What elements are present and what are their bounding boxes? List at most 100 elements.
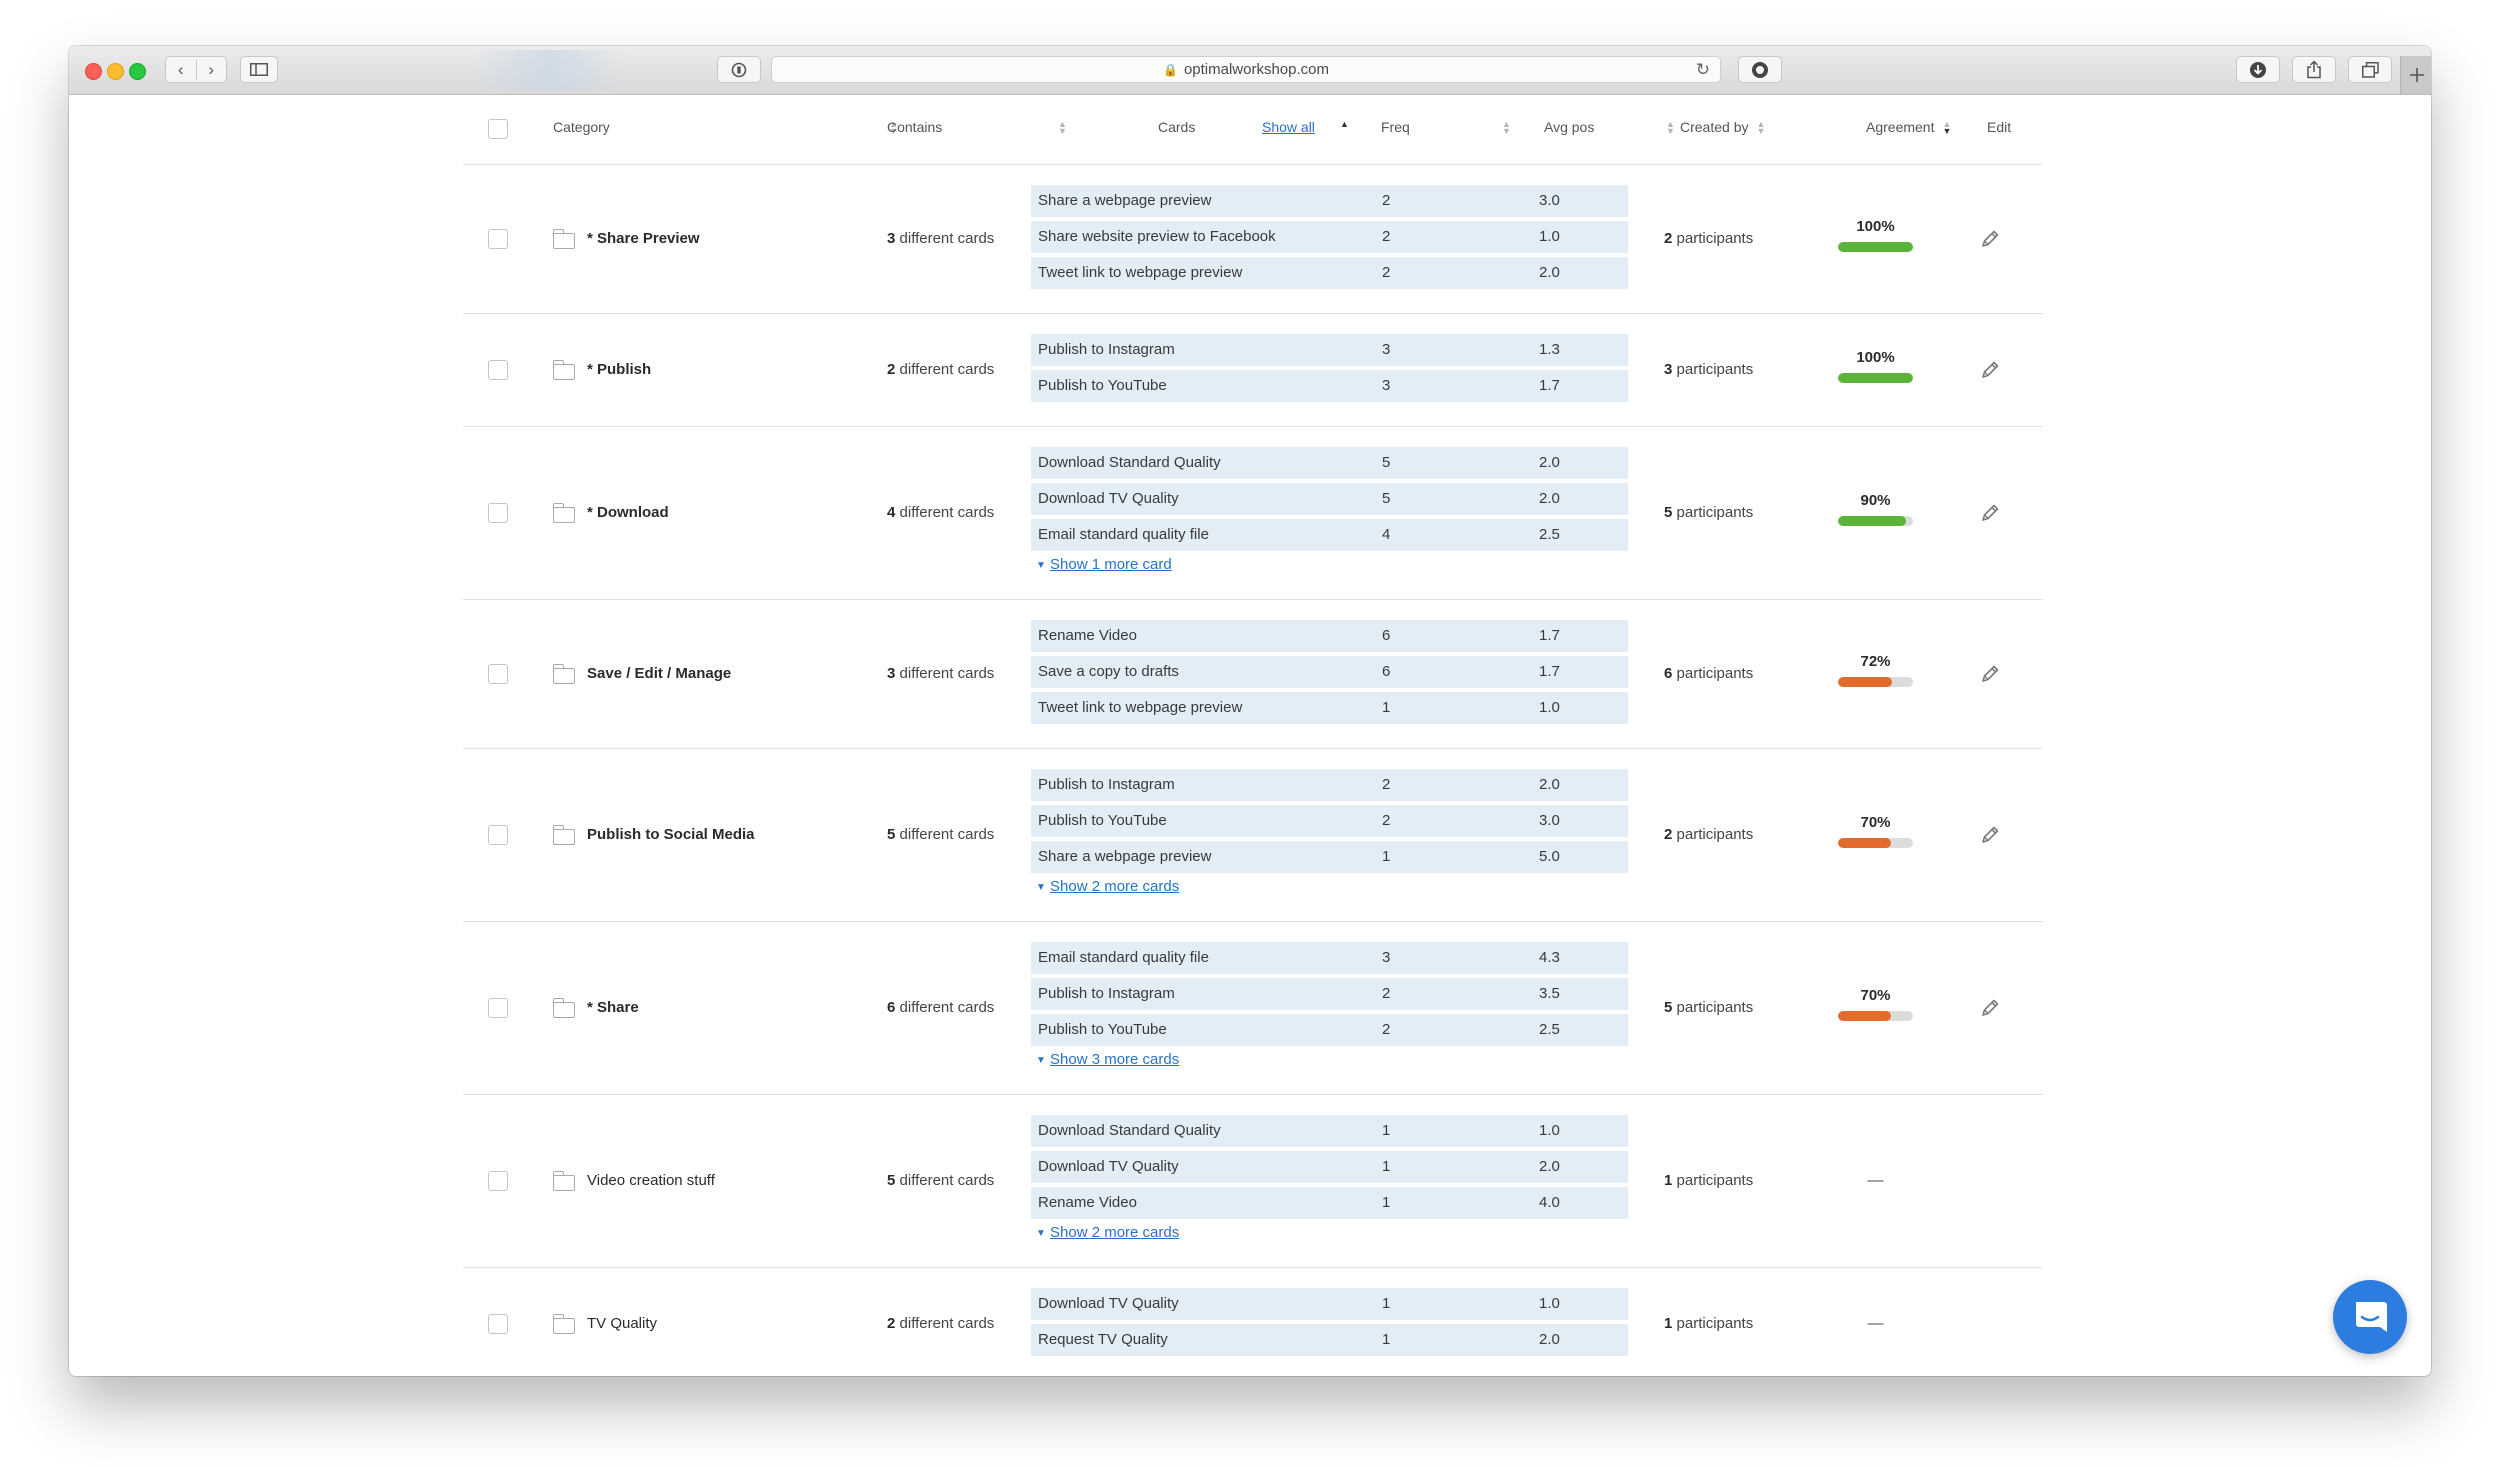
- contains-label: different cards: [899, 665, 995, 682]
- sort-freq[interactable]: ▲ ▼: [1494, 119, 1511, 136]
- table-header: Category ▲ ▼ Contains ▲ ▼ Cards Show all ▲…: [463, 95, 2043, 165]
- contains-number: 3: [887, 230, 896, 247]
- show-all-link[interactable]: Show all: [1262, 119, 1315, 135]
- table-row: Publish to Social Media 5 different cards…: [463, 749, 2043, 922]
- caret-down-icon: ▼: [1036, 560, 1046, 571]
- address-bar[interactable]: 🔒 optimalworkshop.com ↻: [771, 56, 1721, 83]
- agreement-percent: 100%: [1856, 349, 1895, 366]
- header-contains-label: Contains: [887, 119, 943, 135]
- new-tab-button[interactable]: [2400, 56, 2431, 94]
- contains-label: different cards: [899, 1172, 995, 1189]
- card-avg-pos: 2.0: [1539, 1158, 1560, 1175]
- sidebar-toggle-button[interactable]: [240, 56, 278, 83]
- contains-count: 5 different cards: [887, 826, 994, 843]
- category-name[interactable]: TV Quality: [587, 1315, 657, 1332]
- row-checkbox[interactable]: [488, 503, 508, 523]
- card-row: Download Standard Quality 1 1.0: [1031, 1115, 1628, 1147]
- category-name[interactable]: * Download: [587, 504, 669, 521]
- edit-category-button[interactable]: [1978, 823, 2002, 847]
- card-name: Publish to YouTube: [1038, 812, 1167, 829]
- header-agreement[interactable]: Agreement ▲ ▼: [1866, 119, 1951, 136]
- row-checkbox[interactable]: [488, 825, 508, 845]
- row-checkbox[interactable]: [488, 1171, 508, 1191]
- reload-icon[interactable]: ↻: [1696, 60, 1710, 80]
- contains-number: 6: [887, 999, 896, 1016]
- card-name: Publish to YouTube: [1038, 1021, 1167, 1038]
- card-avg-pos: 4.3: [1539, 949, 1560, 966]
- category-name[interactable]: * Publish: [587, 361, 651, 378]
- table-row: * Share Preview 3 different cards Share a…: [463, 165, 2043, 314]
- card-freq: 5: [1382, 454, 1391, 471]
- contains-count: 5 different cards: [887, 1172, 994, 1189]
- sort-avg-pos[interactable]: ▲ ▼: [1658, 119, 1675, 136]
- card-avg-pos: 1.7: [1539, 627, 1560, 644]
- back-button[interactable]: ‹: [166, 59, 197, 80]
- row-checkbox[interactable]: [488, 998, 508, 1018]
- row-checkbox[interactable]: [488, 360, 508, 380]
- category-name[interactable]: Save / Edit / Manage: [587, 665, 731, 682]
- downloads-button[interactable]: [2236, 56, 2280, 83]
- card-freq: 6: [1382, 663, 1391, 680]
- row-checkbox[interactable]: [488, 229, 508, 249]
- category-name[interactable]: Video creation stuff: [587, 1172, 715, 1189]
- header-freq[interactable]: Freq: [1381, 119, 1410, 135]
- header-avg-pos[interactable]: Avg pos: [1544, 119, 1594, 135]
- forward-button[interactable]: ›: [197, 60, 227, 80]
- participants-count: 5: [1664, 504, 1673, 521]
- sort-cards[interactable]: ▲: [1332, 119, 1349, 135]
- chat-launcher-button[interactable]: [2333, 1280, 2407, 1354]
- show-more-label: Show 1 more card: [1050, 556, 1172, 573]
- row-checkbox[interactable]: [488, 664, 508, 684]
- participants-count: 2: [1664, 826, 1673, 843]
- edit-category-button[interactable]: [1978, 501, 2002, 525]
- show-more-cards-link[interactable]: ▼ Show 2 more cards: [1031, 1223, 1628, 1245]
- sort-contains[interactable]: ▲ ▼: [1050, 119, 1067, 136]
- header-created-by[interactable]: Created by ▲ ▼: [1680, 119, 1766, 137]
- agreement-bar-fill: [1838, 516, 1906, 526]
- share-button[interactable]: [2292, 56, 2336, 83]
- edit-category-button[interactable]: [1978, 662, 2002, 686]
- contains-count: 4 different cards: [887, 504, 994, 521]
- cards-list: Download Standard Quality 1 1.0 Download…: [1031, 1115, 1628, 1245]
- show-more-cards-link[interactable]: ▼ Show 2 more cards: [1031, 877, 1628, 899]
- category-name[interactable]: * Share: [587, 999, 639, 1016]
- edit-category-button[interactable]: [1978, 358, 2002, 382]
- created-by: 5 participants: [1664, 504, 1753, 521]
- card-name: Download TV Quality: [1038, 1158, 1179, 1175]
- minimize-window-button[interactable]: [107, 63, 124, 80]
- agreement-bar-fill: [1838, 1011, 1891, 1021]
- edit-category-button[interactable]: [1978, 996, 2002, 1020]
- edit-category-button[interactable]: [1978, 227, 2002, 251]
- show-more-cards-link[interactable]: ▼ Show 3 more cards: [1031, 1050, 1628, 1072]
- show-more-cards-link[interactable]: ▼ Show 1 more card: [1031, 555, 1628, 577]
- card-row: Rename Video 1 4.0: [1031, 1187, 1628, 1219]
- cards-list: Download TV Quality 1 1.0 Request TV Qua…: [1031, 1288, 1628, 1360]
- tabs-overview-button[interactable]: [2348, 56, 2392, 83]
- contains-label: different cards: [899, 999, 995, 1016]
- header-category[interactable]: Category: [553, 119, 610, 135]
- agreement: 100%: [1838, 349, 1913, 383]
- participants-label: participants: [1676, 999, 1754, 1016]
- card-row: Publish to YouTube 2 2.5: [1031, 1014, 1628, 1046]
- zoom-window-button[interactable]: [129, 63, 146, 80]
- category-name[interactable]: Publish to Social Media: [587, 826, 755, 843]
- privacy-button[interactable]: [717, 56, 761, 83]
- header-contains[interactable]: Contains: [887, 119, 942, 135]
- header-agreement-label: Agreement: [1866, 119, 1935, 135]
- caret-down-icon: ▼: [1036, 1055, 1046, 1066]
- card-row: Download TV Quality 5 2.0: [1031, 483, 1628, 515]
- agreement: 70%: [1838, 987, 1913, 1021]
- close-window-button[interactable]: [85, 63, 102, 80]
- sort-asc-icon: ▲: [1340, 119, 1349, 130]
- extension-button[interactable]: [1738, 56, 1782, 83]
- row-checkbox[interactable]: [488, 1314, 508, 1334]
- select-all-checkbox[interactable]: [488, 119, 508, 139]
- table-row: * Publish 2 different cards Publish to In…: [463, 314, 2043, 427]
- sort-arrows-icon: ▲ ▼: [1756, 119, 1766, 137]
- category-name[interactable]: * Share Preview: [587, 230, 700, 247]
- agreement-empty: —: [1867, 1172, 1884, 1189]
- card-row: Share a webpage preview 1 5.0: [1031, 841, 1628, 873]
- agreement: 90%: [1838, 492, 1913, 526]
- agreement-bar: [1838, 516, 1913, 526]
- caret-down-icon: ▼: [1036, 1228, 1046, 1239]
